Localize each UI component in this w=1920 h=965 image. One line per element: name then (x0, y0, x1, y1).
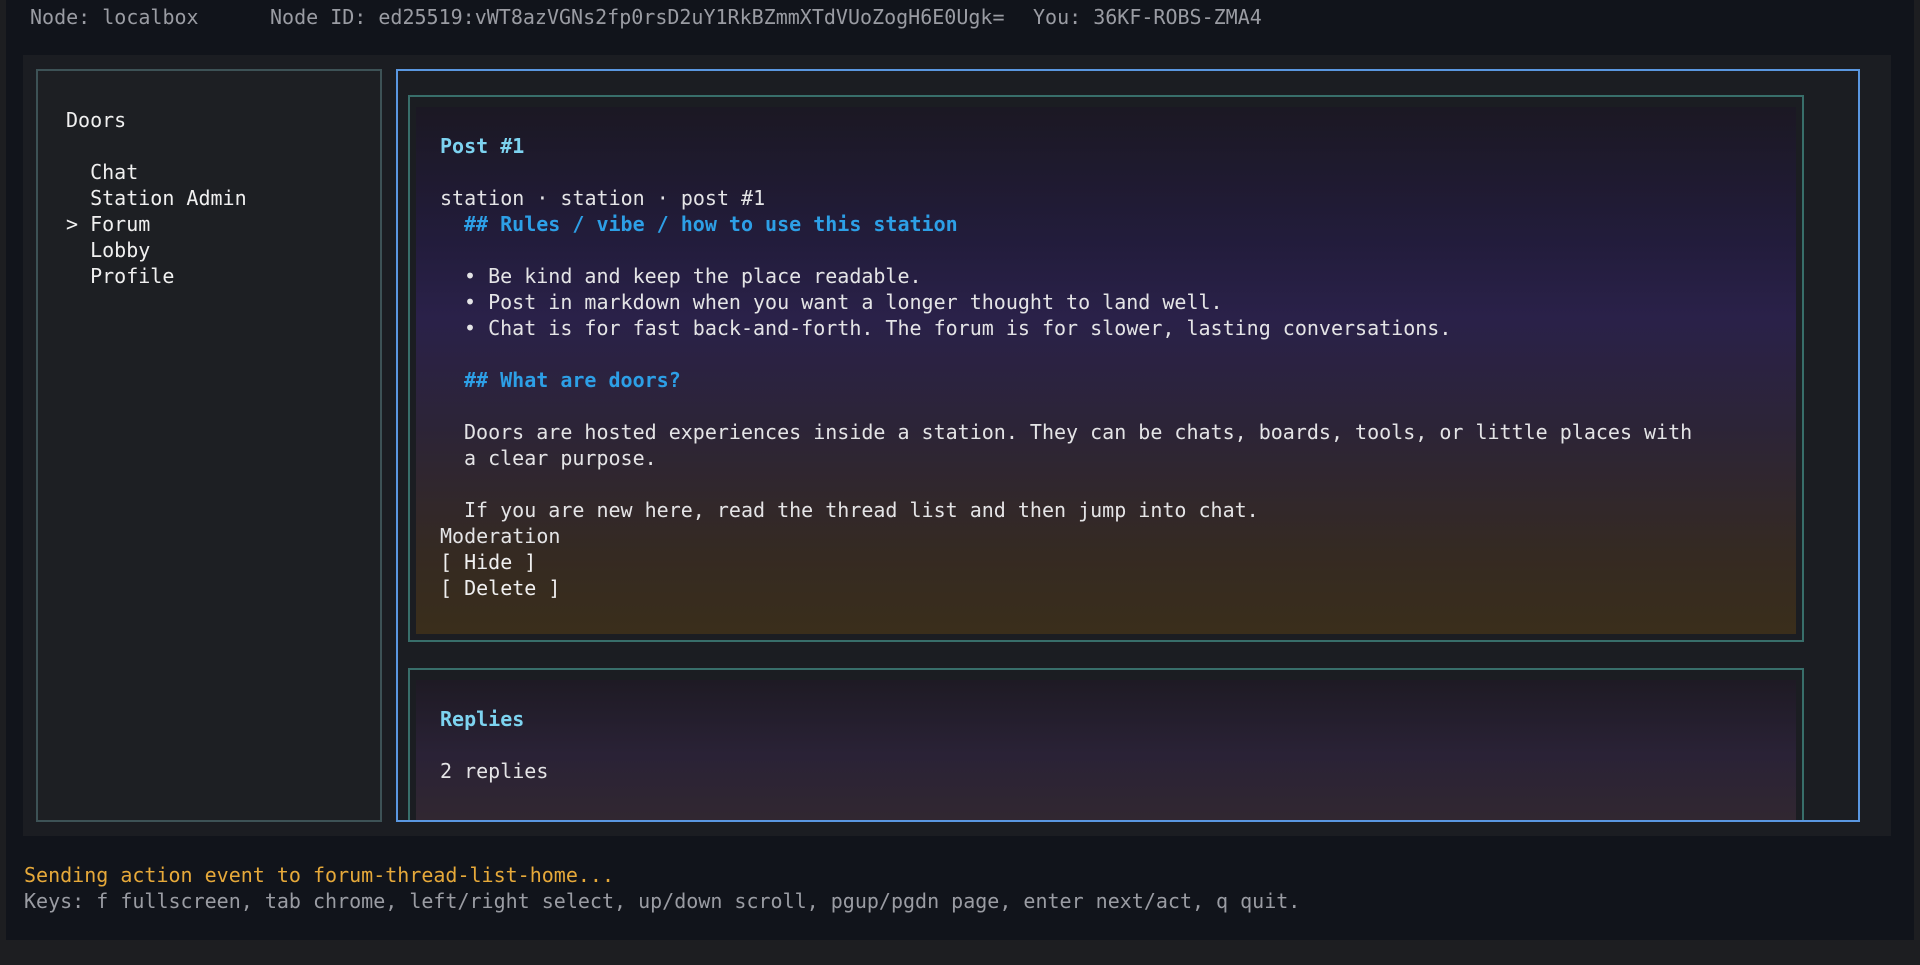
sidebar-item-label: Forum (90, 212, 151, 236)
list-item: • Post in markdown when you want a longe… (464, 290, 1223, 314)
sidebar-title: Doors (66, 108, 127, 132)
doors-paragraph-line-2: a clear purpose. (464, 446, 657, 470)
sidebar-item-label: Chat (90, 160, 139, 184)
doors-paragraph-line-1: Doors are hosted experiences inside a st… (464, 420, 1693, 444)
status-message: Sending action event to forum-thread-lis… (24, 863, 615, 887)
sidebar-item-forum[interactable]: > Forum (66, 211, 150, 237)
rules-heading: ## Rules / vibe / how to use this statio… (464, 212, 958, 236)
sidebar-item-lobby[interactable]: Lobby (66, 237, 150, 263)
list-item: • Chat is for fast back-and-forth. The f… (464, 316, 1452, 340)
post-body: Post #1 station · station · post #1 ## R… (416, 107, 1796, 634)
node-label: Node: localbox (30, 5, 199, 29)
selection-marker: > (66, 212, 91, 236)
node-id-label: Node ID: ed25519:vWT8azVGNs2fp0rsD2uY1Rk… (270, 5, 1005, 29)
header-bar: Node: localbox Node ID: ed25519:vWT8azVG… (6, 0, 1914, 55)
sidebar-item-station-admin[interactable]: Station Admin (66, 185, 247, 211)
replies-count: 2 replies (440, 759, 549, 783)
post-title: Post #1 (440, 134, 525, 158)
content-pane[interactable]: Post #1 station · station · post #1 ## R… (396, 69, 1860, 822)
post-meta: station · station · post #1 (440, 186, 766, 210)
moderation-label: Moderation (440, 524, 561, 548)
sidebar-item-label: Profile (90, 264, 175, 288)
sidebar-item-chat[interactable]: Chat (66, 159, 138, 185)
hide-button[interactable]: [ Hide ] (440, 549, 536, 575)
sidebar-item-label: Lobby (90, 238, 151, 262)
sidebar-item-label: Station Admin (90, 186, 247, 210)
sidebar-item-profile[interactable]: Profile (66, 263, 174, 289)
post-panel: Post #1 station · station · post #1 ## R… (408, 95, 1804, 642)
delete-button[interactable]: [ Delete ] (440, 575, 560, 601)
replies-panel: Replies 2 replies (408, 668, 1804, 820)
keys-help: Keys: f fullscreen, tab chrome, left/rig… (24, 889, 1301, 913)
doors-sidebar: Doors Chat Station Admin > Forum Lobby P… (36, 69, 382, 822)
newcomer-paragraph: If you are new here, read the thread lis… (464, 498, 1259, 522)
replies-body: Replies 2 replies (416, 680, 1796, 820)
you-label: You: 36KF-ROBS-ZMA4 (1033, 5, 1262, 29)
doors-heading: ## What are doors? (464, 368, 681, 392)
list-item: • Be kind and keep the place readable. (464, 264, 922, 288)
replies-title: Replies (440, 707, 525, 731)
